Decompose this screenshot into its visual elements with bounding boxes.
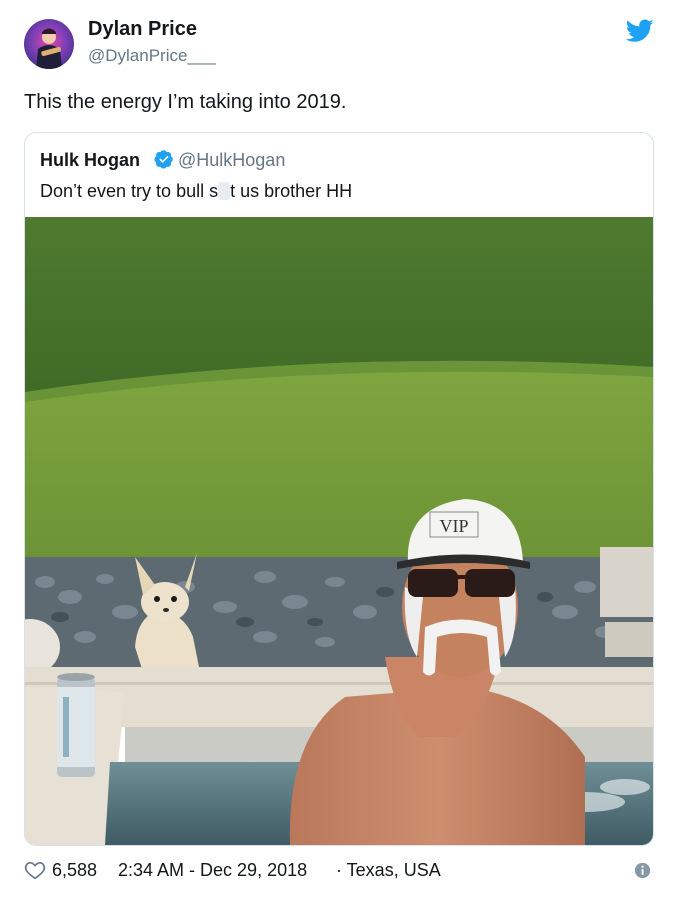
author-handle[interactable]: @DylanPrice___ xyxy=(88,46,216,66)
quoted-tweet-card[interactable]: Hulk Hogan @HulkHogan Don’t even try to … xyxy=(24,132,654,846)
tweet-location[interactable]: · Texas, USA xyxy=(336,860,441,881)
heart-icon[interactable] xyxy=(24,859,46,881)
tweet-timestamp[interactable]: 2:34 AM - Dec 29, 2018 xyxy=(118,860,307,881)
author-name[interactable]: Dylan Price xyxy=(88,18,197,41)
avatar[interactable] xyxy=(24,19,74,69)
quoted-text-start: Don’t even try to bull s xyxy=(40,181,219,201)
verified-badge-icon xyxy=(154,150,173,169)
quoted-text-end: t us brother HH xyxy=(230,181,353,201)
tweet-text: This the energy I’m taking into 2019. xyxy=(24,91,347,113)
hot-tub-photo[interactable]: VIP xyxy=(25,217,653,845)
like-count[interactable]: 6,588 xyxy=(52,860,97,881)
avatar-image xyxy=(36,28,62,69)
info-icon[interactable] xyxy=(634,862,651,879)
cap-vip-text: VIP xyxy=(439,516,468,536)
quoted-author-name[interactable]: Hulk Hogan xyxy=(40,150,140,171)
censor-block xyxy=(218,182,231,200)
tweet-footer: 6,588 2:34 AM - Dec 29, 2018 · Texas, US… xyxy=(24,858,652,882)
quoted-author-handle[interactable]: @HulkHogan xyxy=(178,150,285,171)
quoted-tweet-text: Don’t even try to bull s t us brother HH xyxy=(40,181,352,202)
soda-can xyxy=(57,673,95,777)
twitter-bird-icon[interactable] xyxy=(626,19,654,43)
